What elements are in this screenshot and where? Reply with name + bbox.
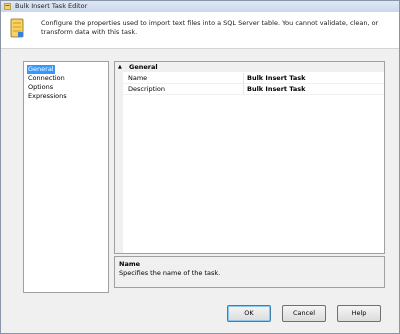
category-general[interactable]: ▲ General (115, 62, 384, 72)
header-panel: Configure the properties used to import … (1, 12, 399, 49)
bulk-insert-icon (10, 18, 24, 38)
property-value[interactable]: Bulk Insert Task (247, 73, 305, 83)
property-name: Description (128, 85, 166, 93)
cancel-button[interactable]: Cancel (282, 305, 326, 322)
help-panel: Name Specifies the name of the task. (114, 256, 385, 288)
property-row-description[interactable]: Description Bulk Insert Task (123, 84, 384, 95)
help-button[interactable]: Help (337, 305, 381, 322)
page-list: General Connection Options Expressions (23, 61, 109, 293)
property-row-name[interactable]: Name Bulk Insert Task (123, 73, 384, 84)
collapse-icon[interactable]: ▲ (118, 62, 122, 72)
property-grid: ▲ General Name Bulk Insert Task Descript… (114, 61, 385, 254)
header-description: Configure the properties used to import … (41, 19, 379, 36)
help-description: Specifies the name of the task. (119, 269, 221, 277)
nav-item-connection[interactable]: Connection (27, 74, 66, 83)
property-name: Name (128, 74, 148, 82)
column-divider (243, 73, 244, 94)
task-icon (4, 3, 11, 10)
category-label: General (129, 63, 158, 71)
window-title: Bulk Insert Task Editor (15, 2, 88, 10)
nav-item-options[interactable]: Options (27, 83, 54, 92)
nav-item-general[interactable]: General (27, 65, 55, 74)
help-title: Name (119, 260, 141, 268)
ok-button[interactable]: OK (227, 305, 271, 322)
bulk-insert-task-editor-window: Bulk Insert Task Editor Configure the pr… (0, 0, 400, 334)
property-value[interactable]: Bulk Insert Task (247, 84, 305, 94)
grid-margin (115, 62, 123, 253)
nav-item-expressions[interactable]: Expressions (27, 92, 68, 101)
